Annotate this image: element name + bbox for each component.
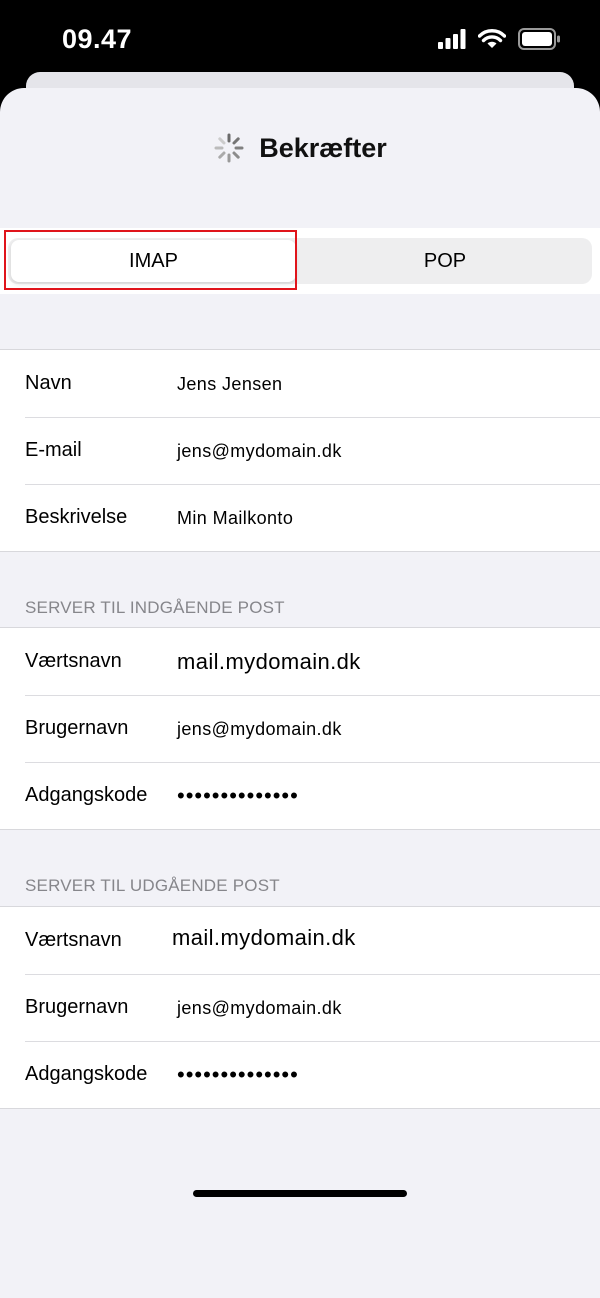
row-outgoing-password[interactable]: Adgangskode •••••••••••••• <box>0 1041 600 1108</box>
battery-icon <box>518 28 560 50</box>
row-outgoing-hostname[interactable]: Værtsnavn mail.mydomain.dk <box>0 907 600 974</box>
row-label: Værtsnavn <box>25 650 122 672</box>
sheet-title: Bekræfter <box>259 132 387 163</box>
row-email[interactable]: E-mail jens@mydomain.dk <box>0 417 600 484</box>
account-setup-sheet: Bekræfter IMAP POP Navn Jens Jensen E-ma… <box>0 88 600 1298</box>
description-field[interactable]: Min Mailkonto <box>177 508 293 529</box>
outgoing-hostname-field[interactable]: mail.mydomain.dk <box>172 925 356 951</box>
sheet-header: Bekræfter <box>0 128 600 168</box>
cellular-signal-icon <box>438 29 466 49</box>
row-label: E-mail <box>25 439 82 461</box>
name-field[interactable]: Jens Jensen <box>177 374 282 395</box>
account-info-group: Navn Jens Jensen E-mail jens@mydomain.dk… <box>0 349 600 552</box>
row-label: Brugernavn <box>25 996 129 1018</box>
status-icons <box>438 28 560 50</box>
wifi-icon <box>478 29 506 48</box>
account-type-segmented-control: IMAP POP <box>8 238 592 284</box>
row-incoming-username[interactable]: Brugernavn jens@mydomain.dk <box>0 695 600 762</box>
outgoing-server-group: Værtsnavn mail.mydomain.dk Brugernavn je… <box>0 906 600 1109</box>
row-outgoing-username[interactable]: Brugernavn jens@mydomain.dk <box>0 974 600 1041</box>
incoming-server-header: SERVER TIL INDGÅENDE POST <box>25 598 285 617</box>
row-label: Navn <box>25 372 72 394</box>
outgoing-username-field[interactable]: jens@mydomain.dk <box>177 998 342 1019</box>
row-name[interactable]: Navn Jens Jensen <box>0 350 600 417</box>
incoming-hostname-field[interactable]: mail.mydomain.dk <box>177 649 361 675</box>
incoming-password-field[interactable]: •••••••••••••• <box>177 783 299 809</box>
home-indicator[interactable] <box>193 1190 407 1197</box>
row-label: Adgangskode <box>25 1063 148 1085</box>
row-label: Værtsnavn <box>25 929 122 951</box>
row-incoming-password[interactable]: Adgangskode •••••••••••••• <box>0 762 600 829</box>
row-label: Beskrivelse <box>25 506 128 528</box>
row-incoming-hostname[interactable]: Værtsnavn mail.mydomain.dk <box>0 628 600 695</box>
segment-pop[interactable]: POP <box>300 240 590 282</box>
email-field[interactable]: jens@mydomain.dk <box>177 441 342 462</box>
status-time: 09.47 <box>62 24 133 54</box>
account-type-band: IMAP POP <box>0 228 600 294</box>
segment-imap[interactable]: IMAP <box>11 240 296 282</box>
outgoing-server-header: SERVER TIL UDGÅENDE POST <box>25 876 280 895</box>
row-description[interactable]: Beskrivelse Min Mailkonto <box>0 484 600 551</box>
row-label: Brugernavn <box>25 717 129 739</box>
incoming-server-group: Værtsnavn mail.mydomain.dk Brugernavn je… <box>0 627 600 830</box>
loading-spinner-icon <box>214 133 244 163</box>
outgoing-password-field[interactable]: •••••••••••••• <box>177 1062 299 1088</box>
incoming-username-field[interactable]: jens@mydomain.dk <box>177 719 342 740</box>
row-label: Adgangskode <box>25 784 148 806</box>
